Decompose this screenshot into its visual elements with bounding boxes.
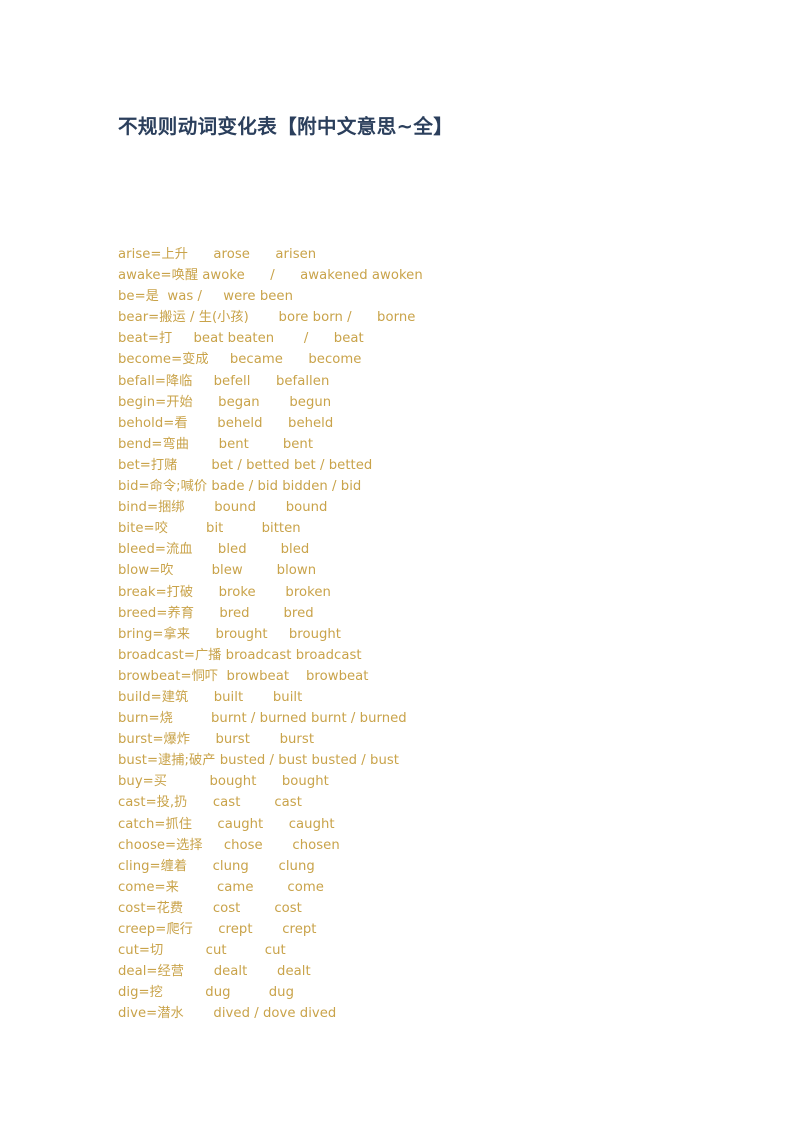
verb-entry: deal=经营 dealt dealt (118, 964, 311, 980)
verb-entry: awake=唤醒 awoke / awakened awoken (118, 268, 423, 284)
verb-entry: bring=拿来 brought brought (118, 626, 342, 642)
verb-entry: cling=缠着 clung clung (118, 858, 315, 874)
verb-entry: arise=上升 arose arisen (118, 247, 317, 262)
verb-entry: build=建筑 built built (118, 689, 303, 705)
verb-entry: befall=降临 befell befallen (118, 373, 330, 389)
verb-entry: cast=投,扔 cast cast (118, 795, 302, 811)
verb-entry: become=变成 became become (118, 352, 362, 368)
verb-entry: blow=吹 blew blown (118, 563, 317, 579)
verb-entry: catch=抓住 caught caught (118, 816, 335, 832)
verb-entry: dive=潜水 dived / dove dived (118, 1006, 337, 1022)
verb-entry: bite=咬 bit bitten (118, 521, 301, 537)
verb-entry: choose=选择 chose chosen (118, 837, 340, 853)
verb-entry: bid=命令;喊价 bade / bid bidden / bid (118, 479, 362, 495)
verb-entry: beat=打 beat beaten / beat (118, 331, 364, 347)
verb-entry: buy=买 bought bought (118, 774, 329, 790)
irregular-verb-list: arise=上升 arose arisen awake=唤醒 awoke / aw… (118, 244, 718, 1024)
verb-entry: behold=看 beheld beheld (118, 415, 334, 431)
verb-entry: bet=打赌 bet / betted bet / betted (118, 457, 373, 473)
verb-entry: begin=开始 began begun (118, 394, 332, 410)
verb-entry: burst=爆炸 burst burst (118, 732, 315, 748)
verb-entry: bend=弯曲 bent bent (118, 436, 314, 452)
verb-entry: creep=爬行 crept crept (118, 922, 317, 937)
document-page: 不规则动词变化表【附中文意思~全】 arise=上升 arose arisen a… (0, 0, 793, 1122)
verb-entry: bear=搬运 / 生(小孩) bore born / borne (118, 310, 416, 326)
verb-entry: break=打破 broke broken (118, 584, 331, 600)
verb-entry: browbeat=恫吓 browbeat browbeat (118, 668, 369, 684)
verb-entry: dig=挖 dug dug (118, 985, 294, 1001)
verb-entry: come=来 came come (118, 879, 324, 895)
page-title: 不规则动词变化表【附中文意思~全】 (118, 115, 454, 139)
verb-entry: bleed=流血 bled bled (118, 542, 310, 558)
verb-entry: breed=养育 bred bred (118, 605, 314, 621)
verb-entry: bind=捆绑 bound bound (118, 500, 328, 516)
verb-entry: burn=烧 burnt / burned burnt / burned (118, 711, 407, 727)
verb-entry: broadcast=广播 broadcast broadcast (118, 647, 362, 663)
verb-entry: cut=切 cut cut (118, 943, 286, 959)
verb-entry: be=是 was / were been (118, 289, 293, 305)
verb-entry: cost=花费 cost cost (118, 900, 302, 916)
verb-entry: bust=逮捕;破产 busted / bust busted / bust (118, 753, 400, 769)
